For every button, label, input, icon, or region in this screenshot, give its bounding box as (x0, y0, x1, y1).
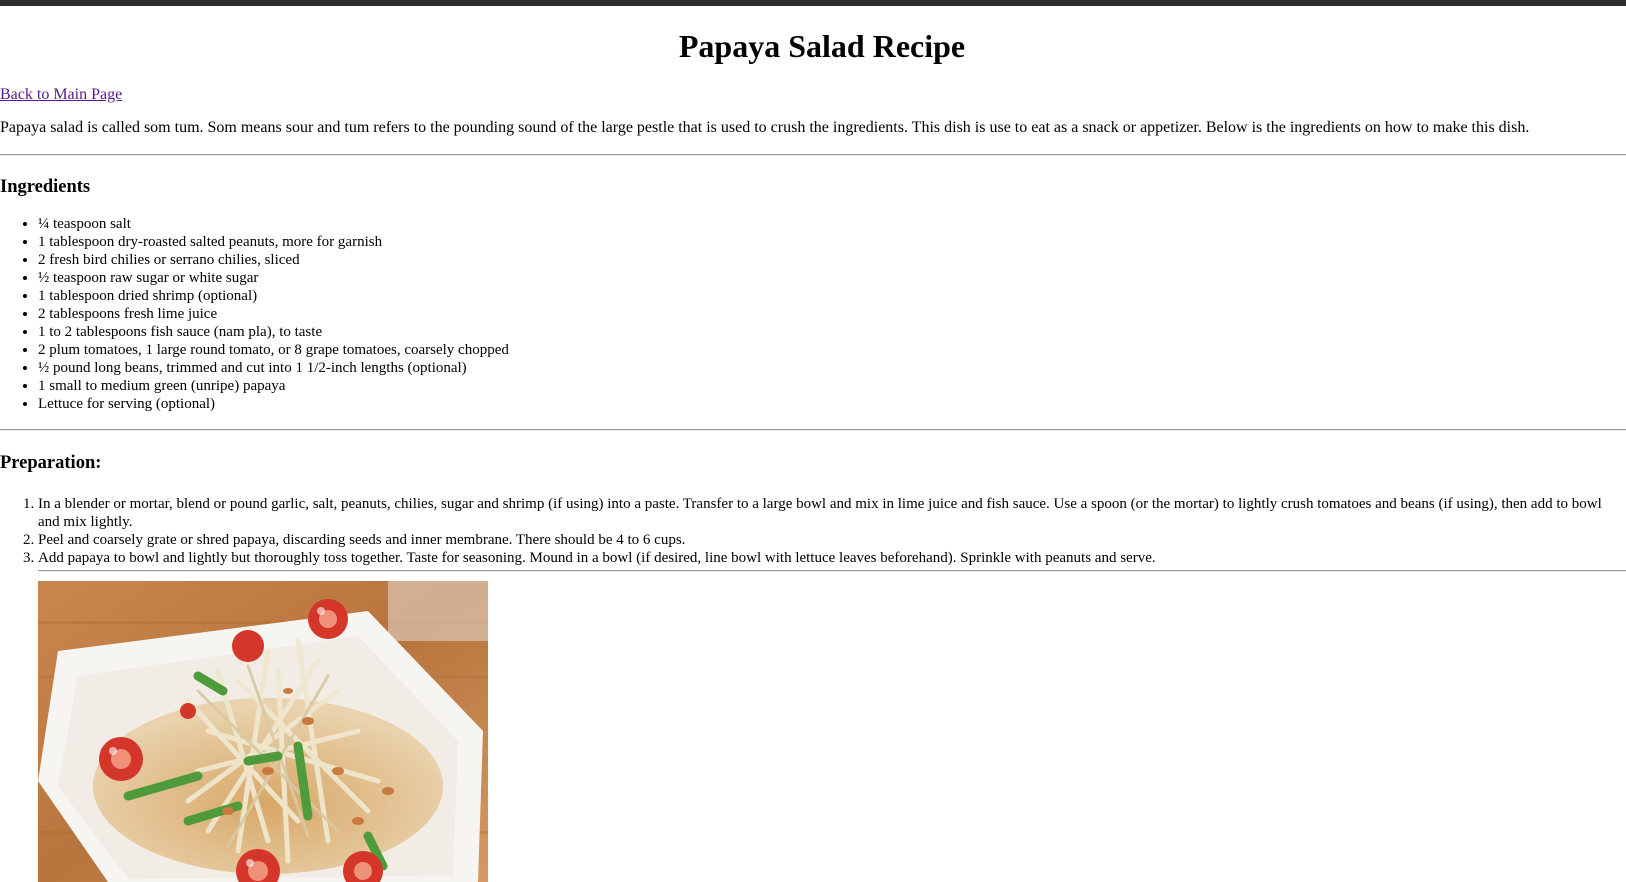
ingredient-item: 2 fresh bird chilies or serrano chilies,… (38, 251, 509, 269)
ingredients-heading: Ingredients (0, 177, 91, 197)
ingredient-item: ¼ teaspoon salt (38, 215, 509, 233)
ingredient-item: 2 plum tomatoes, 1 large round tomato, o… (38, 341, 509, 359)
ingredient-item: 1 tablespoon dried shrimp (optional) (38, 287, 509, 305)
ingredient-item: Lettuce for serving (optional) (38, 395, 509, 413)
divider (0, 154, 1626, 156)
ingredients-list: ¼ teaspoon salt 1 tablespoon dry-roasted… (0, 215, 509, 413)
preparation-steps-list: In a blender or mortar, blend or pound g… (0, 495, 1626, 567)
intro-paragraph: Papaya salad is called som tum. Som mean… (0, 119, 1530, 136)
preparation-step: Add papaya to bowl and lightly but thoro… (38, 549, 1626, 567)
preparation-heading: Preparation: (0, 453, 102, 473)
back-to-main-link[interactable]: Back to Main Page (0, 85, 122, 105)
recipe-page: Papaya Salad Recipe Back to Main Page Pa… (0, 6, 1626, 882)
divider (38, 570, 1626, 572)
ingredient-item: ½ pound long beans, trimmed and cut into… (38, 359, 509, 377)
ingredient-item: 1 to 2 tablespoons fish sauce (nam pla),… (38, 323, 509, 341)
page-title: Papaya Salad Recipe (678, 28, 966, 64)
preparation-step: In a blender or mortar, blend or pound g… (38, 495, 1626, 531)
ingredient-item: 2 tablespoons fresh lime juice (38, 305, 509, 323)
ingredient-item: 1 small to medium green (unripe) papaya (38, 377, 509, 395)
divider (0, 429, 1626, 431)
ingredient-item: 1 tablespoon dry-roasted salted peanuts,… (38, 233, 509, 251)
preparation-step: Peel and coarsely grate or shred papaya,… (38, 531, 1626, 549)
papaya-salad-photo (38, 581, 488, 882)
ingredient-item: ½ teaspoon raw sugar or white sugar (38, 269, 509, 287)
